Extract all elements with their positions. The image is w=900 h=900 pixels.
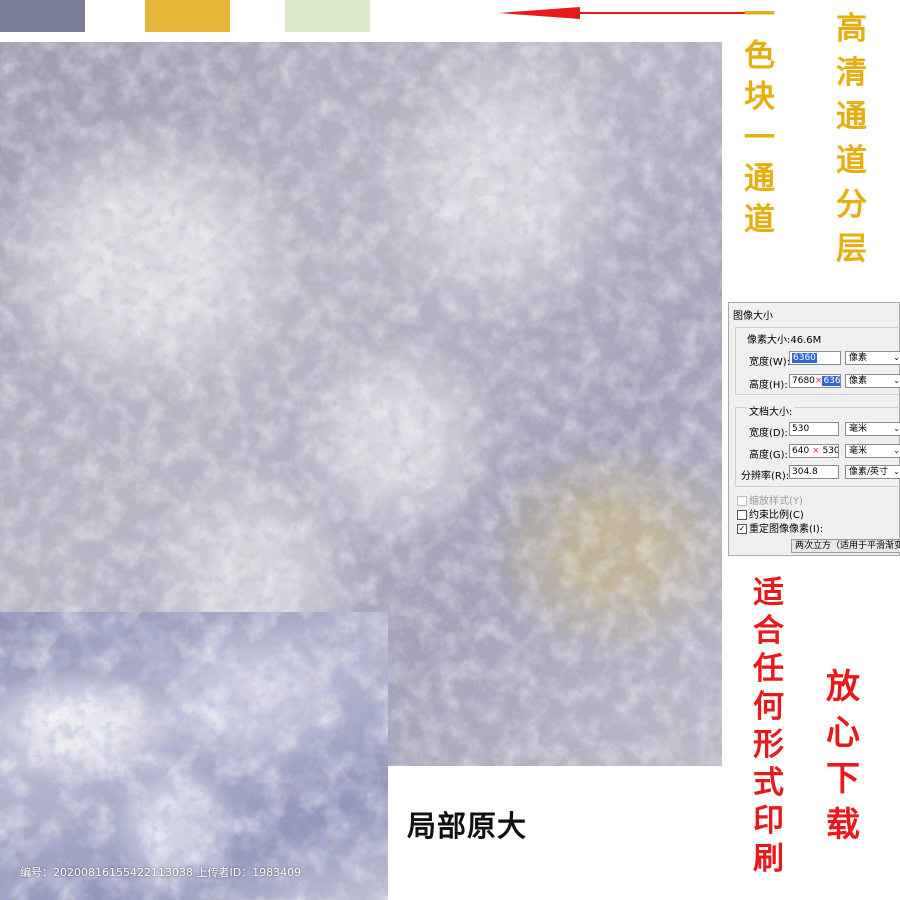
height-label: 高度(H):	[749, 380, 788, 391]
checkbox-icon	[737, 496, 747, 506]
image-size-dialog: 图像大小 像素大小:46.6M 宽度(W): 6360 像素 ⌄ 高度(H): 7…	[728, 302, 900, 556]
doc-width-input[interactable]: 530	[789, 422, 839, 436]
vertical-char: 心	[826, 713, 860, 753]
width-label: 宽度(W):	[749, 357, 791, 368]
doc-width-unit-select[interactable]: 毫米 ⌄	[845, 422, 900, 436]
vertical-text-download-safely: 放 心 下 载	[826, 670, 860, 842]
vertical-char: 色	[744, 38, 775, 74]
detail-crop-image: 编号：20200816155422113038 上传者ID：1983409	[0, 612, 388, 900]
chevron-down-icon: ⌄	[893, 376, 900, 385]
resample-method-select[interactable]: 两次立方（适用于平滑渐变	[791, 539, 900, 553]
chevron-down-icon: ⌄	[893, 424, 900, 433]
height-input[interactable]: 7680×6360	[789, 374, 841, 388]
vertical-char: 分	[836, 187, 867, 223]
vertical-char: 通	[744, 161, 775, 197]
vertical-char: 高	[836, 11, 867, 47]
vertical-char: 层	[836, 231, 867, 267]
resolution-input[interactable]: 304.8	[789, 465, 839, 479]
vertical-char: 道	[836, 143, 867, 179]
swatch-gold	[145, 0, 230, 32]
height-unit-select[interactable]: 像素 ⌄	[845, 374, 900, 388]
vertical-char: 清	[836, 55, 867, 91]
vertical-text-hd-channel-layers: 高 清 通 道 分 层	[836, 14, 867, 265]
vertical-text-suitable-printing: 适 合 任 何 形 式 印 刷	[753, 578, 784, 875]
chevron-down-icon: ⌄	[893, 446, 900, 455]
resolution-unit-select[interactable]: 像素/英寸 ⌄	[845, 465, 900, 479]
vertical-char: 通	[836, 99, 867, 135]
width-input[interactable]: 6360	[789, 351, 841, 365]
swatch-light-green	[285, 0, 370, 32]
pixel-size-label: 像素大小:46.6M	[747, 335, 822, 346]
chevron-down-icon: ⌄	[893, 467, 900, 476]
resample-checkbox[interactable]: ✓ 重定图像像素(I):	[737, 520, 823, 535]
doc-height-unit-select[interactable]: 毫米 ⌄	[845, 444, 900, 458]
vertical-char: 任	[753, 651, 784, 687]
doc-width-label: 宽度(D):	[749, 428, 788, 439]
scale-styles-checkbox[interactable]: 缩放样式(Y)	[737, 492, 803, 507]
vertical-char: 何	[753, 689, 784, 725]
vertical-char: 载	[826, 805, 860, 845]
constrain-proportions-checkbox[interactable]: 约束比例(C)	[737, 506, 804, 521]
vertical-char: 形	[753, 727, 784, 763]
vertical-char: 道	[744, 202, 775, 238]
swatch-purple-gray	[0, 0, 85, 32]
width-unit-select[interactable]: 像素 ⌄	[845, 351, 900, 365]
chevron-down-icon: ⌄	[893, 353, 900, 362]
vertical-char: 刷	[753, 841, 784, 877]
vertical-char: 适	[753, 575, 784, 611]
checkbox-icon	[737, 510, 747, 520]
doc-height-input[interactable]: 640 × 530	[789, 444, 839, 458]
resolution-label: 分辨率(R):	[741, 471, 790, 482]
vertical-char: 印	[753, 803, 784, 839]
checkmark-icon: ✓	[737, 524, 747, 534]
vertical-char: 一	[744, 120, 775, 156]
dialog-title: 图像大小	[733, 311, 773, 322]
doc-height-label: 高度(G):	[749, 450, 788, 461]
vertical-char: 放	[826, 667, 860, 707]
vertical-char: 块	[744, 79, 775, 115]
left-arrow-icon	[498, 6, 756, 20]
watermark-text: 编号：20200816155422113038 上传者ID：1983409	[20, 866, 302, 879]
vertical-char: 一	[744, 0, 775, 33]
document-size-label: 文档大小:	[747, 403, 795, 418]
edit-cross-icon: ×	[812, 446, 820, 456]
vertical-char: 式	[753, 765, 784, 801]
vertical-char: 下	[826, 759, 860, 799]
vertical-char: 合	[753, 613, 784, 649]
vertical-text-one-color-one-channel: 一 色 块 一 通 道	[744, 0, 775, 236]
detail-label: 局部原大	[407, 809, 528, 843]
